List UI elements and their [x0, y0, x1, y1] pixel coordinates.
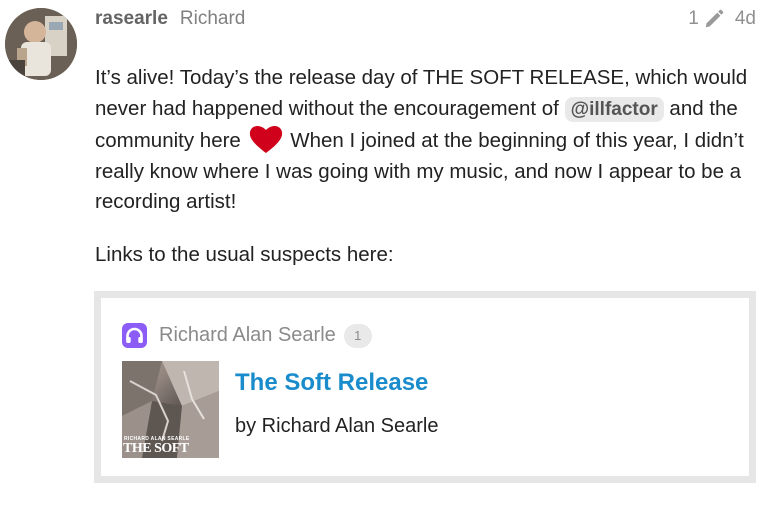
- post-paragraph: It’s alive! Today’s the release day of T…: [95, 63, 755, 218]
- click-count-badge: 1: [343, 323, 372, 348]
- onebox-source[interactable]: Richard Alan Searle 1: [122, 323, 372, 348]
- user-mention[interactable]: @illfactor: [564, 96, 664, 122]
- heart-icon: [249, 124, 283, 154]
- headphones-icon: [122, 323, 147, 348]
- post: rasearle Richard 1 4d It’s alive! Today’…: [0, 0, 760, 505]
- username[interactable]: rasearle: [95, 8, 168, 30]
- source-name: Richard Alan Searle: [159, 324, 336, 346]
- album-art-title: THE SOFT RELEASE: [123, 441, 189, 458]
- post-age[interactable]: 4d: [735, 8, 756, 30]
- avatar-image: [5, 8, 77, 80]
- post-body: It’s alive! Today’s the release day of T…: [95, 63, 755, 292]
- post-meta: rasearle Richard 1 4d: [95, 6, 756, 32]
- post-meta-right: 1 4d: [688, 8, 756, 30]
- link-preview-card[interactable]: Richard Alan Searle 1 RICHARD ALAN SEARL…: [94, 291, 756, 483]
- pencil-icon[interactable]: [703, 8, 725, 30]
- album-art[interactable]: RICHARD ALAN SEARLE THE SOFT RELEASE: [122, 361, 219, 458]
- avatar[interactable]: [5, 8, 77, 80]
- onebox-title-link[interactable]: The Soft Release: [235, 369, 428, 397]
- onebox-byline: by Richard Alan Searle: [235, 415, 439, 437]
- edit-count[interactable]: 1: [688, 8, 699, 30]
- full-name: Richard: [179, 8, 246, 29]
- post-paragraph: Links to the usual suspects here:: [95, 242, 394, 266]
